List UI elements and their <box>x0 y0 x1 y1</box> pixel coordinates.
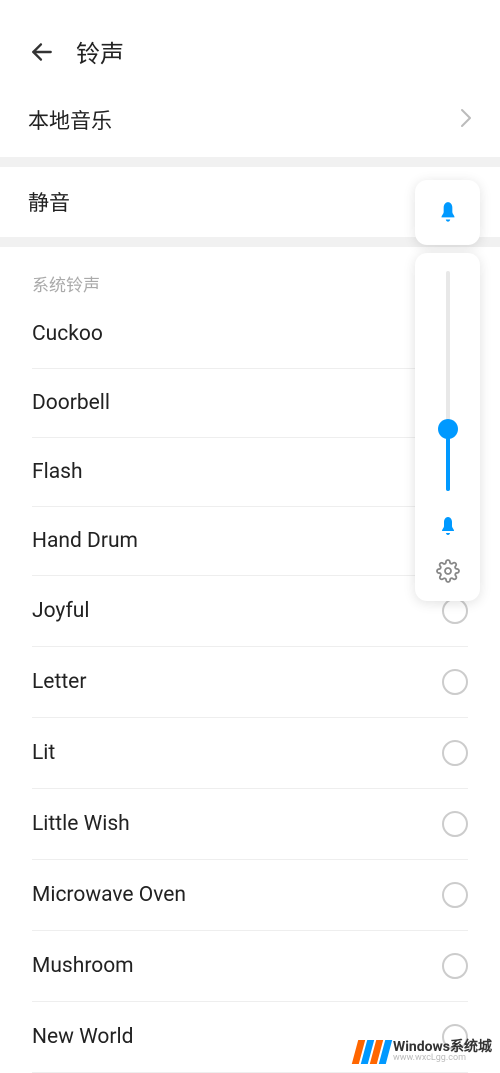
local-music-row[interactable]: 本地音乐 <box>0 87 500 157</box>
bell-icon <box>435 200 461 226</box>
ringtone-item[interactable]: Letter <box>32 647 468 718</box>
ringtone-name: Little Wish <box>32 812 130 836</box>
radio-button[interactable] <box>442 669 468 695</box>
volume-slider[interactable] <box>446 271 450 491</box>
chevron-right-icon <box>460 108 472 132</box>
ringtone-name: Hand Drum <box>32 529 138 553</box>
gear-icon <box>436 559 460 583</box>
watermark-sub: www.wxcLgg.com <box>393 1054 492 1063</box>
watermark: Windows系统城 www.wxcLgg.com <box>355 1040 492 1064</box>
silent-label: 静音 <box>28 187 70 217</box>
arrow-left-icon <box>29 39 55 65</box>
radio-button[interactable] <box>442 953 468 979</box>
ringtone-name: Mushroom <box>32 954 134 978</box>
local-music-label: 本地音乐 <box>28 105 112 135</box>
ringtone-item[interactable]: Joyful <box>32 576 468 647</box>
ringtone-item[interactable]: Doorbell <box>32 369 468 438</box>
ringtone-name: Joyful <box>32 599 89 623</box>
volume-mode-button[interactable] <box>415 180 480 245</box>
ringtone-name: Lit <box>32 741 55 765</box>
ringtone-item[interactable]: Little Wish <box>32 789 468 860</box>
volume-slider-thumb[interactable] <box>438 419 458 439</box>
ringtone-item[interactable]: Cuckoo <box>32 306 468 369</box>
page-title: 铃声 <box>76 34 124 69</box>
volume-slider-panel <box>415 253 480 601</box>
volume-settings-button[interactable] <box>436 559 460 587</box>
ringtone-item[interactable]: Lit <box>32 718 468 789</box>
back-button[interactable] <box>28 38 56 66</box>
ringtone-item[interactable]: Hand Drum <box>32 507 468 576</box>
ringtone-name: Cuckoo <box>32 322 103 346</box>
bell-icon <box>436 515 460 539</box>
section-divider <box>0 157 500 167</box>
ringtone-item[interactable]: Microwave Oven <box>32 860 468 931</box>
radio-button[interactable] <box>442 882 468 908</box>
ringtone-name: Doorbell <box>32 391 110 415</box>
ringtone-item[interactable]: Flash <box>32 438 468 507</box>
ringtone-name: New World <box>32 1025 133 1049</box>
radio-button[interactable] <box>442 740 468 766</box>
ringtone-item[interactable]: Mushroom <box>32 931 468 1002</box>
watermark-title: Windows系统城 <box>393 1040 492 1054</box>
ringtone-name: Letter <box>32 670 86 694</box>
volume-panel <box>415 180 480 601</box>
watermark-logo-icon <box>355 1040 389 1064</box>
radio-button[interactable] <box>442 598 468 624</box>
ringtone-name: Flash <box>32 460 83 484</box>
radio-button[interactable] <box>442 811 468 837</box>
ringtone-name: Microwave Oven <box>32 883 186 907</box>
